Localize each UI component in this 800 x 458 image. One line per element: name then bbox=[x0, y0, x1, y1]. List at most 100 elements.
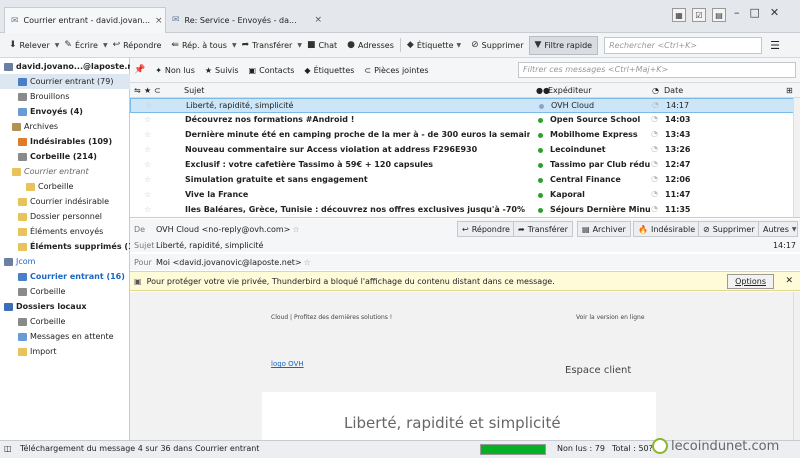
filter-starred[interactable]: ★ Suivis bbox=[205, 66, 239, 75]
folder-item[interactable]: Archives bbox=[0, 119, 130, 134]
read-status-icon[interactable] bbox=[538, 118, 543, 123]
read-status-icon[interactable] bbox=[539, 104, 544, 109]
list-scrollbar[interactable] bbox=[793, 98, 800, 217]
thread-icon[interactable]: ⇋ bbox=[134, 86, 141, 95]
folder-item[interactable]: Éléments supprimés (14) bbox=[0, 239, 143, 254]
folder-item[interactable]: Corbeille bbox=[0, 284, 130, 299]
folder-item[interactable]: Import bbox=[0, 344, 130, 359]
close-icon[interactable]: × bbox=[314, 15, 322, 25]
junk-status-icon[interactable]: ◔ bbox=[652, 100, 659, 109]
folder-item[interactable]: Courrier entrant (79) bbox=[0, 74, 130, 89]
logo-ovh-link[interactable]: logo OVH bbox=[271, 360, 304, 368]
table-row[interactable]: ☆ Vive la France Kaporal ◔ 11:47 bbox=[130, 188, 800, 203]
read-status-icon[interactable] bbox=[538, 208, 543, 213]
tag-button[interactable]: ◆ Étiquette ▼ bbox=[402, 36, 466, 55]
folder-item[interactable]: Corbeille bbox=[0, 179, 130, 194]
star-icon[interactable]: ☆ bbox=[145, 101, 152, 110]
read-status-icon[interactable] bbox=[538, 163, 543, 168]
message-scrollbar[interactable] bbox=[793, 292, 800, 440]
junk-status-icon[interactable]: ◔ bbox=[651, 129, 658, 138]
pin-icon[interactable]: 📌 bbox=[134, 65, 145, 75]
filter-unread[interactable]: ✦ Non lus bbox=[155, 66, 195, 75]
filter-contacts[interactable]: ▣ Contacts bbox=[249, 66, 295, 75]
folder-item[interactable]: Indésirables (109) bbox=[0, 134, 130, 149]
msg-junk-button[interactable]: 🔥 Indésirable bbox=[633, 221, 701, 237]
from-value[interactable]: OVH Cloud <no-reply@ovh.com> bbox=[156, 225, 290, 234]
filter-messages-input[interactable]: Filtrer ces messages <Ctrl+Maj+K> bbox=[518, 62, 796, 78]
star-icon[interactable]: ☆ bbox=[304, 258, 311, 267]
read-status-icon[interactable] bbox=[538, 148, 543, 153]
folder-item[interactable]: Corbeille bbox=[0, 314, 130, 329]
table-row[interactable]: ☆ Iles Baléares, Grèce, Tunisie : découvr… bbox=[130, 203, 800, 218]
to-value[interactable]: Moi <david.jovanovic@laposte.net> bbox=[156, 258, 302, 267]
column-subject[interactable]: Sujet bbox=[184, 86, 204, 95]
client-area-link[interactable]: Espace client bbox=[565, 365, 631, 376]
junk-status-icon[interactable]: ◔ bbox=[651, 189, 658, 198]
column-date[interactable]: Date bbox=[664, 86, 683, 95]
table-row[interactable]: ☆ Liberté, rapidité, simplicité OVH Cloud ◔… bbox=[130, 98, 800, 113]
msg-forward-button[interactable]: ➦ Transférer bbox=[513, 221, 573, 237]
msg-archive-button[interactable]: ▤ Archiver bbox=[577, 221, 631, 237]
column-picker-icon[interactable]: ⊞ bbox=[786, 86, 793, 95]
close-icon[interactable]: × bbox=[155, 16, 163, 26]
write-button[interactable]: ✎ Écrire bbox=[59, 36, 103, 55]
search-input[interactable]: Rechercher <Ctrl+K> bbox=[604, 36, 763, 54]
reply-all-button[interactable]: ⇚ Rép. à tous bbox=[166, 36, 232, 55]
folder-item[interactable]: david.jovano...@laposte.net bbox=[0, 59, 142, 74]
folder-item[interactable]: Courrier indésirable bbox=[0, 194, 130, 209]
junk-column-icon[interactable]: ◔ bbox=[652, 86, 659, 95]
table-row[interactable]: ☆ Découvrez nos formations #Android ! Open… bbox=[130, 113, 800, 128]
star-column-icon[interactable]: ★ bbox=[144, 86, 151, 95]
junk-status-icon[interactable]: ◔ bbox=[651, 174, 658, 183]
folder-item[interactable]: Corbeille (214) bbox=[0, 149, 130, 164]
read-status-icon[interactable] bbox=[538, 178, 543, 183]
msg-reply-button[interactable]: ↩ Répondre bbox=[457, 221, 515, 237]
msg-delete-button[interactable]: ⊘ Supprimer bbox=[698, 221, 760, 237]
delete-button[interactable]: ⊘ Supprimer bbox=[466, 36, 528, 55]
calendar-icon[interactable]: ▦ bbox=[672, 8, 686, 22]
table-row[interactable]: ☆ Exclusif : votre cafetière Tassimo à 59… bbox=[130, 158, 800, 173]
folder-item[interactable]: Jcom bbox=[0, 254, 130, 269]
table-row[interactable]: ☆ Dernière minute été en camping proche d… bbox=[130, 128, 800, 143]
star-icon[interactable]: ☆ bbox=[292, 225, 299, 234]
window-close-icon[interactable]: ✕ bbox=[770, 6, 779, 19]
close-icon[interactable]: ✕ bbox=[785, 276, 793, 286]
junk-status-icon[interactable]: ◔ bbox=[651, 114, 658, 123]
tab-message[interactable]: ✉ Re: Service - Envoyés - da... × bbox=[166, 7, 328, 33]
table-row[interactable]: ☆ Nouveau commentaire sur Access violatio… bbox=[130, 143, 800, 158]
header-link[interactable]: Cloud | Profitez des dernières solutions… bbox=[271, 314, 392, 321]
star-icon[interactable]: ☆ bbox=[144, 145, 151, 154]
folder-item[interactable]: Dossier personnel bbox=[0, 209, 130, 224]
chat-button[interactable]: ■ Chat bbox=[302, 36, 342, 55]
star-icon[interactable]: ☆ bbox=[144, 130, 151, 139]
options-button[interactable]: Options bbox=[727, 274, 774, 289]
star-icon[interactable]: ☆ bbox=[144, 115, 151, 124]
folder-item[interactable]: Brouillons bbox=[0, 89, 130, 104]
table-row[interactable]: ☆ Simulation gratuite et sans engagement C… bbox=[130, 173, 800, 188]
forward-button[interactable]: ➦ Transférer bbox=[237, 36, 298, 55]
tasks-icon[interactable]: ☑ bbox=[692, 8, 706, 22]
reply-button[interactable]: ↩ Répondre bbox=[108, 36, 167, 55]
attachment-column-icon[interactable]: ⊂ bbox=[154, 86, 161, 95]
get-mail-button[interactable]: ⬇ Relever bbox=[4, 36, 55, 55]
star-icon[interactable]: ☆ bbox=[144, 175, 151, 184]
minimize-icon[interactable]: – bbox=[734, 6, 740, 19]
read-status-icon[interactable] bbox=[538, 133, 543, 138]
junk-status-icon[interactable]: ◔ bbox=[651, 159, 658, 168]
quick-filter-button[interactable]: ▼ Filtre rapide bbox=[528, 35, 599, 55]
folder-item[interactable]: Courrier entrant bbox=[0, 164, 130, 179]
folder-item[interactable]: Éléments envoyés bbox=[0, 224, 130, 239]
filter-tags[interactable]: ◆ Étiquettes bbox=[304, 66, 354, 75]
star-icon[interactable]: ☆ bbox=[144, 190, 151, 199]
folder-item[interactable]: Messages en attente bbox=[0, 329, 130, 344]
star-icon[interactable]: ☆ bbox=[144, 205, 151, 214]
folder-item[interactable]: Dossiers locaux bbox=[0, 299, 130, 314]
star-icon[interactable]: ☆ bbox=[144, 160, 151, 169]
menu-icon[interactable]: ☰ bbox=[770, 39, 780, 52]
junk-status-icon[interactable]: ◔ bbox=[651, 204, 658, 213]
folder-item[interactable]: Courrier entrant (16) bbox=[0, 269, 130, 284]
msg-more-button[interactable]: Autres ▼ bbox=[758, 221, 798, 237]
junk-status-icon[interactable]: ◔ bbox=[651, 144, 658, 153]
address-book-button[interactable]: ● Adresses bbox=[342, 36, 399, 55]
folder-item[interactable]: Envoyés (4) bbox=[0, 104, 130, 119]
